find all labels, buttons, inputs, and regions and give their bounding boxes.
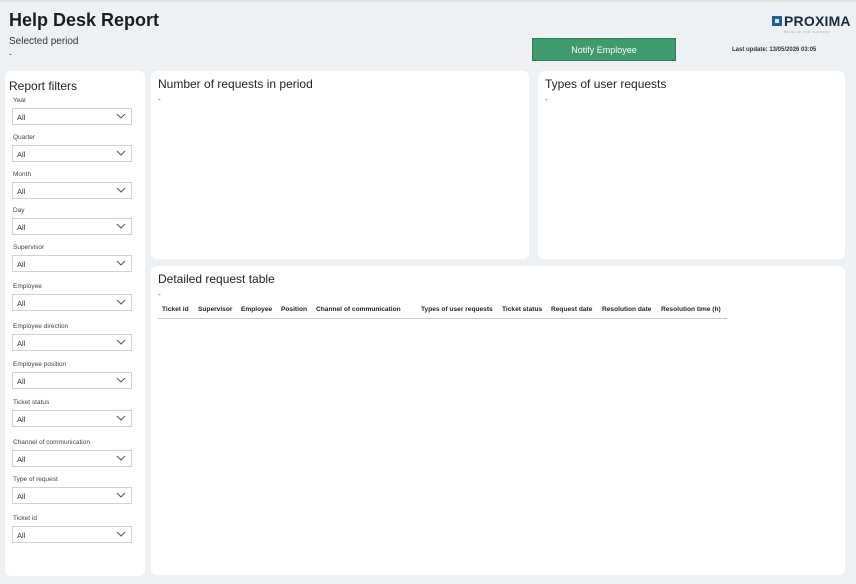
filter-year: Year All	[12, 96, 132, 125]
filter-label: Channel of communication	[13, 439, 90, 446]
filters-title: Report filters	[9, 79, 78, 93]
filter-dropdown[interactable]: All	[12, 255, 132, 272]
filter-supervisor: Supervisor All	[12, 243, 132, 272]
requests-in-period-card: Number of requests in period -	[151, 71, 529, 259]
chevron-down-icon	[116, 531, 126, 537]
filter-label: Ticket id	[13, 515, 37, 522]
filter-label: Day	[13, 207, 25, 214]
filter-label: Year	[13, 97, 27, 104]
chevron-down-icon	[116, 113, 126, 119]
top-divider	[0, 0, 856, 2]
filter-value: All	[17, 260, 26, 269]
filter-dropdown[interactable]: All	[12, 294, 132, 311]
filter-ticket-status: Ticket status All	[12, 398, 132, 427]
filter-label: Type of request	[13, 476, 58, 483]
column-header[interactable]: Resolution date	[598, 306, 657, 313]
filter-label: Supervisor	[13, 244, 45, 251]
filter-value: All	[17, 492, 26, 501]
column-header[interactable]: Types of user requests	[417, 306, 498, 313]
column-header[interactable]: Ticket status	[498, 306, 547, 313]
filter-label: Ticket status	[13, 399, 50, 406]
filter-dropdown[interactable]: All	[12, 108, 132, 125]
filter-value: All	[17, 531, 26, 540]
filter-dropdown[interactable]: All	[12, 334, 132, 351]
proxima-logo-icon	[772, 16, 782, 26]
chevron-down-icon	[116, 223, 126, 229]
column-header[interactable]: Resolution time (h)	[657, 306, 727, 313]
filter-value: All	[17, 455, 26, 464]
filter-employee-position: Employee position All	[12, 360, 132, 389]
filter-value: All	[17, 377, 26, 386]
chevron-down-icon	[116, 260, 126, 266]
chevron-down-icon	[116, 299, 126, 305]
table-card-title: Detailed request table	[158, 272, 275, 286]
chevron-down-icon	[116, 187, 126, 193]
filter-value: All	[17, 223, 26, 232]
filter-employee-direction: Employee direction All	[12, 322, 132, 351]
types-card-value: -	[545, 95, 548, 104]
filter-dropdown[interactable]: All	[12, 487, 132, 504]
types-card-title: Types of user requests	[545, 77, 667, 91]
filter-ticket-id: Ticket id All	[12, 514, 132, 543]
column-header[interactable]: Employee	[237, 306, 277, 313]
last-update-text: Last update: 13/05/2026 03:05	[732, 47, 817, 53]
proxima-logo: PROXIMA DEVELOP FOR SUCCESS	[772, 12, 851, 34]
filter-value: All	[17, 187, 26, 196]
report-filters-panel: Report filters Year All Quarter All Month All…	[5, 71, 145, 576]
filter-day: Day All	[12, 206, 132, 235]
chevron-down-icon	[116, 339, 126, 345]
chevron-down-icon	[116, 492, 126, 498]
filter-value: All	[17, 113, 26, 122]
filter-label: Employee	[13, 283, 42, 290]
filter-employee: Employee All	[12, 282, 132, 311]
selected-period-value: -	[9, 49, 12, 59]
filter-value: All	[17, 299, 26, 308]
filter-label: Employee position	[13, 361, 67, 368]
chevron-down-icon	[116, 150, 126, 156]
filter-label: Quarter	[13, 134, 36, 141]
filter-channel-of-communication: Channel of communication All	[12, 438, 132, 467]
filter-value: All	[17, 339, 26, 348]
logo-text: PROXIMA	[784, 13, 851, 29]
chevron-down-icon	[116, 415, 126, 421]
filter-month: Month All	[12, 170, 132, 199]
filter-dropdown[interactable]: All	[12, 526, 132, 543]
filter-value: All	[17, 150, 26, 159]
table-header-row: Ticket id Supervisor Employee Position Chann…	[158, 301, 727, 319]
filter-dropdown[interactable]: All	[12, 218, 132, 235]
column-header[interactable]: Channel of communication	[312, 306, 417, 313]
column-header[interactable]: Ticket id	[158, 306, 194, 313]
filter-type-of-request: Type of request All	[12, 475, 132, 504]
detailed-request-table-card: Detailed request table - Ticket id Superv…	[151, 266, 845, 575]
requests-card-value: -	[158, 95, 161, 104]
filter-quarter: Quarter All	[12, 133, 132, 162]
table-card-value: -	[158, 290, 161, 299]
filter-label: Employee direction	[13, 323, 69, 330]
types-of-requests-card: Types of user requests -	[538, 71, 845, 259]
notify-employee-button[interactable]: Notify Employee	[532, 38, 676, 61]
chevron-down-icon	[116, 377, 126, 383]
filter-label: Month	[13, 171, 32, 178]
filter-value: All	[17, 415, 26, 424]
page-title: Help Desk Report	[9, 10, 160, 30]
filter-dropdown[interactable]: All	[12, 182, 132, 199]
chevron-down-icon	[116, 455, 126, 461]
logo-tagline: DEVELOP FOR SUCCESS	[784, 30, 831, 34]
column-header[interactable]: Request date	[547, 306, 598, 313]
selected-period-label: Selected period	[9, 36, 79, 47]
requests-card-title: Number of requests in period	[158, 77, 313, 91]
column-header[interactable]: Position	[277, 306, 312, 313]
filter-dropdown[interactable]: All	[12, 145, 132, 162]
column-header[interactable]: Supervisor	[194, 306, 237, 313]
filter-dropdown[interactable]: All	[12, 372, 132, 389]
filter-dropdown[interactable]: All	[12, 410, 132, 427]
filter-dropdown[interactable]: All	[12, 450, 132, 467]
